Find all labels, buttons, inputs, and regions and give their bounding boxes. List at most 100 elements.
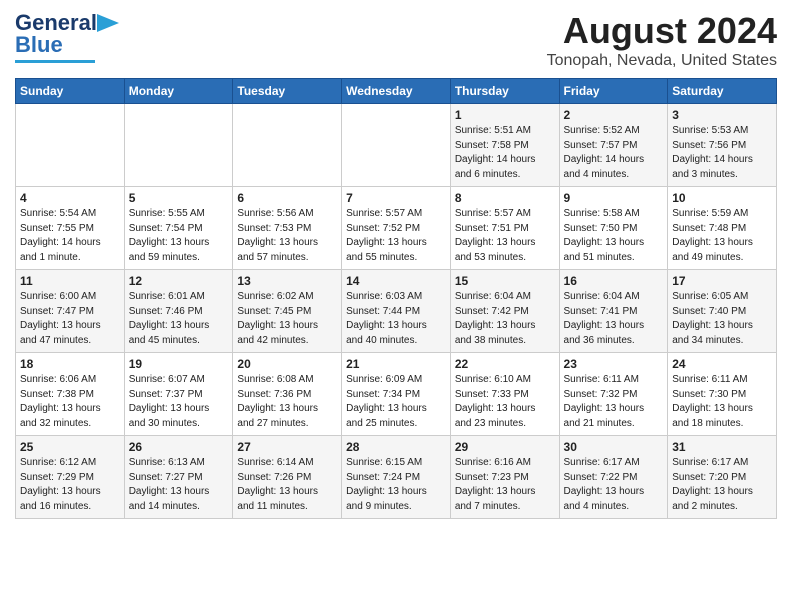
table-row: 9 Sunrise: 5:58 AM Sunset: 7:50 PM Daylig… [559, 187, 668, 270]
table-row: 1 Sunrise: 5:51 AM Sunset: 7:58 PM Daylig… [450, 104, 559, 187]
table-row: 11 Sunrise: 6:00 AM Sunset: 7:47 PM Dayli… [16, 270, 125, 353]
cell-content: Sunrise: 5:51 AM Sunset: 7:58 PM Dayligh… [455, 124, 555, 182]
day-number: 18 [20, 357, 120, 371]
table-row: 30 Sunrise: 6:17 AM Sunset: 7:22 PM Dayli… [559, 436, 668, 519]
day-number: 2 [564, 108, 664, 122]
cell-content: Sunrise: 6:00 AM Sunset: 7:47 PM Dayligh… [20, 290, 120, 348]
main-title: August 2024 [547, 10, 777, 52]
logo: General Blue [15, 10, 119, 63]
cell-content: Sunrise: 6:09 AM Sunset: 7:34 PM Dayligh… [346, 373, 446, 431]
table-row: 20Sunrise: 6:08 AM Sunset: 7:36 PM Dayli… [233, 353, 342, 436]
cell-content: Sunrise: 5:52 AM Sunset: 7:57 PM Dayligh… [564, 124, 664, 182]
cell-content: Sunrise: 5:58 AM Sunset: 7:50 PM Dayligh… [564, 207, 664, 265]
cell-content: Sunrise: 5:53 AM Sunset: 7:56 PM Dayligh… [672, 124, 772, 182]
calendar-week-row: 18 Sunrise: 6:06 AM Sunset: 7:38 PM Dayli… [16, 353, 777, 436]
cell-content: Sunrise: 6:02 AM Sunset: 7:45 PM Dayligh… [237, 290, 337, 348]
col-tuesday: Tuesday [233, 79, 342, 104]
day-number: 19 [129, 357, 229, 371]
table-row: 25 Sunrise: 6:12 AM Sunset: 7:29 PM Dayli… [16, 436, 125, 519]
logo-arrow-icon [97, 14, 119, 32]
table-row: 12 Sunrise: 6:01 AM Sunset: 7:46 PM Dayli… [124, 270, 233, 353]
day-number: 5 [129, 191, 229, 205]
day-number: 15 [455, 274, 555, 288]
calendar-week-row: 4 Sunrise: 5:54 AM Sunset: 7:55 PM Daylig… [16, 187, 777, 270]
table-row: 21 Sunrise: 6:09 AM Sunset: 7:34 PM Dayli… [342, 353, 451, 436]
table-row: 2 Sunrise: 5:52 AM Sunset: 7:57 PM Daylig… [559, 104, 668, 187]
cell-content: Sunrise: 5:54 AM Sunset: 7:55 PM Dayligh… [20, 207, 120, 265]
cell-content: Sunrise: 6:08 AM Sunset: 7:36 PM Dayligh… [237, 373, 337, 431]
day-number: 31 [672, 440, 772, 454]
table-row: 6Sunrise: 5:56 AM Sunset: 7:53 PM Daylig… [233, 187, 342, 270]
cell-content: Sunrise: 6:17 AM Sunset: 7:22 PM Dayligh… [564, 456, 664, 514]
col-wednesday: Wednesday [342, 79, 451, 104]
day-number: 17 [672, 274, 772, 288]
table-row: 27 Sunrise: 6:14 AM Sunset: 7:26 PM Dayli… [233, 436, 342, 519]
table-row: 15Sunrise: 6:04 AM Sunset: 7:42 PM Dayli… [450, 270, 559, 353]
calendar-table: Sunday Monday Tuesday Wednesday Thursday… [15, 78, 777, 519]
day-number: 26 [129, 440, 229, 454]
day-number: 10 [672, 191, 772, 205]
subtitle: Tonopah, Nevada, United States [547, 52, 777, 70]
cell-content: Sunrise: 5:57 AM Sunset: 7:51 PM Dayligh… [455, 207, 555, 265]
table-row [233, 104, 342, 187]
day-number: 9 [564, 191, 664, 205]
cell-content: Sunrise: 6:10 AM Sunset: 7:33 PM Dayligh… [455, 373, 555, 431]
day-number: 11 [20, 274, 120, 288]
day-number: 23 [564, 357, 664, 371]
day-number: 12 [129, 274, 229, 288]
cell-content: Sunrise: 6:14 AM Sunset: 7:26 PM Dayligh… [237, 456, 337, 514]
col-monday: Monday [124, 79, 233, 104]
table-row: 22 Sunrise: 6:10 AM Sunset: 7:33 PM Dayli… [450, 353, 559, 436]
table-row: 23Sunrise: 6:11 AM Sunset: 7:32 PM Dayli… [559, 353, 668, 436]
table-row: 4 Sunrise: 5:54 AM Sunset: 7:55 PM Daylig… [16, 187, 125, 270]
cell-content: Sunrise: 5:59 AM Sunset: 7:48 PM Dayligh… [672, 207, 772, 265]
table-row: 3 Sunrise: 5:53 AM Sunset: 7:56 PM Daylig… [668, 104, 777, 187]
table-row: 16Sunrise: 6:04 AM Sunset: 7:41 PM Dayli… [559, 270, 668, 353]
day-number: 1 [455, 108, 555, 122]
calendar-week-row: 25 Sunrise: 6:12 AM Sunset: 7:29 PM Dayli… [16, 436, 777, 519]
table-row: 5Sunrise: 5:55 AM Sunset: 7:54 PM Daylig… [124, 187, 233, 270]
col-friday: Friday [559, 79, 668, 104]
table-row: 26 Sunrise: 6:13 AM Sunset: 7:27 PM Dayli… [124, 436, 233, 519]
table-row: 7 Sunrise: 5:57 AM Sunset: 7:52 PM Daylig… [342, 187, 451, 270]
day-number: 24 [672, 357, 772, 371]
day-number: 28 [346, 440, 446, 454]
cell-content: Sunrise: 6:07 AM Sunset: 7:37 PM Dayligh… [129, 373, 229, 431]
table-row: 8Sunrise: 5:57 AM Sunset: 7:51 PM Daylig… [450, 187, 559, 270]
table-row: 28Sunrise: 6:15 AM Sunset: 7:24 PM Dayli… [342, 436, 451, 519]
day-number: 6 [237, 191, 337, 205]
day-number: 7 [346, 191, 446, 205]
calendar-header-row: Sunday Monday Tuesday Wednesday Thursday… [16, 79, 777, 104]
table-row: 13 Sunrise: 6:02 AM Sunset: 7:45 PM Dayli… [233, 270, 342, 353]
cell-content: Sunrise: 6:06 AM Sunset: 7:38 PM Dayligh… [20, 373, 120, 431]
day-number: 21 [346, 357, 446, 371]
day-number: 22 [455, 357, 555, 371]
day-number: 3 [672, 108, 772, 122]
cell-content: Sunrise: 6:12 AM Sunset: 7:29 PM Dayligh… [20, 456, 120, 514]
day-number: 4 [20, 191, 120, 205]
day-number: 13 [237, 274, 337, 288]
table-row: 31Sunrise: 6:17 AM Sunset: 7:20 PM Dayli… [668, 436, 777, 519]
table-row: 14 Sunrise: 6:03 AM Sunset: 7:44 PM Dayli… [342, 270, 451, 353]
col-thursday: Thursday [450, 79, 559, 104]
day-number: 27 [237, 440, 337, 454]
table-row: 10 Sunrise: 5:59 AM Sunset: 7:48 PM Dayli… [668, 187, 777, 270]
cell-content: Sunrise: 6:01 AM Sunset: 7:46 PM Dayligh… [129, 290, 229, 348]
day-number: 30 [564, 440, 664, 454]
calendar-week-row: 11 Sunrise: 6:00 AM Sunset: 7:47 PM Dayli… [16, 270, 777, 353]
table-row [342, 104, 451, 187]
cell-content: Sunrise: 6:13 AM Sunset: 7:27 PM Dayligh… [129, 456, 229, 514]
title-block: August 2024 Tonopah, Nevada, United Stat… [547, 10, 777, 70]
page-header: General Blue August 2024 Tonopah, Nevada… [15, 10, 777, 70]
day-number: 25 [20, 440, 120, 454]
cell-content: Sunrise: 6:03 AM Sunset: 7:44 PM Dayligh… [346, 290, 446, 348]
col-saturday: Saturday [668, 79, 777, 104]
table-row: 19 Sunrise: 6:07 AM Sunset: 7:37 PM Dayli… [124, 353, 233, 436]
table-row: 29Sunrise: 6:16 AM Sunset: 7:23 PM Dayli… [450, 436, 559, 519]
table-row [16, 104, 125, 187]
table-row: 17Sunrise: 6:05 AM Sunset: 7:40 PM Dayli… [668, 270, 777, 353]
col-sunday: Sunday [16, 79, 125, 104]
page-container: General Blue August 2024 Tonopah, Nevada… [0, 0, 792, 524]
cell-content: Sunrise: 5:57 AM Sunset: 7:52 PM Dayligh… [346, 207, 446, 265]
day-number: 14 [346, 274, 446, 288]
